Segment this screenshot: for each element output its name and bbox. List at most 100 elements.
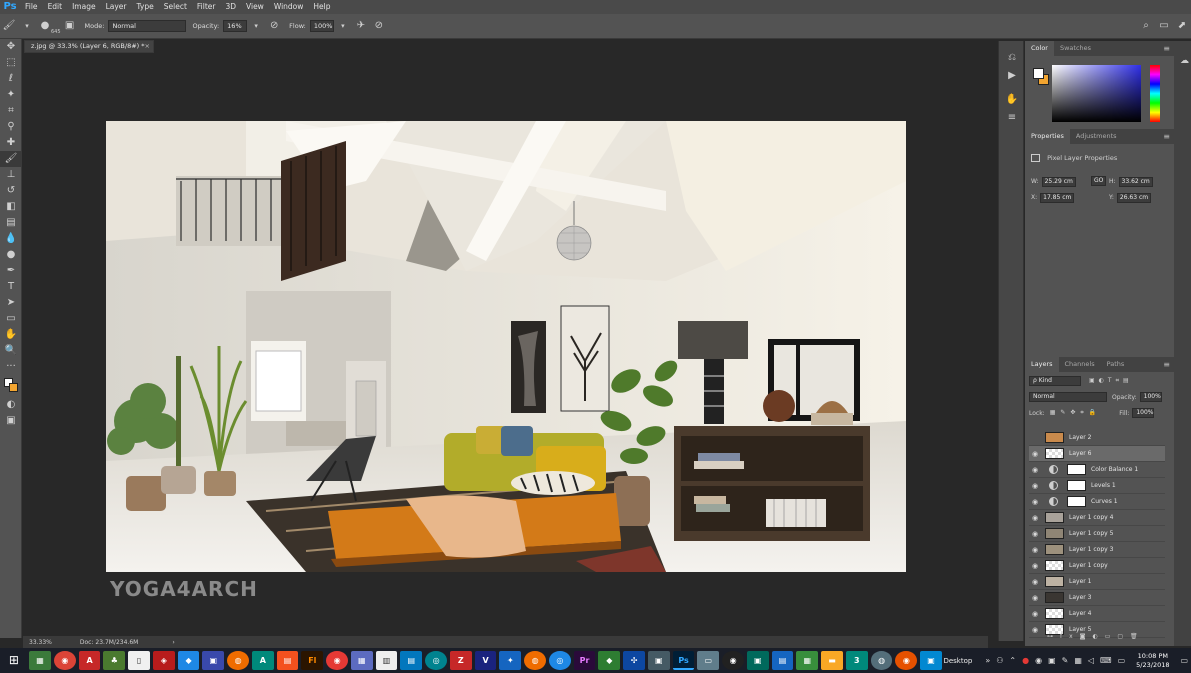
taskbar-app-icon[interactable]: ▣	[202, 651, 225, 670]
keyboard-icon[interactable]: ⌨	[1100, 656, 1112, 665]
layer-mask-thumbnail[interactable]	[1067, 480, 1086, 491]
layer-row[interactable]: ◉ Layer 4	[1029, 606, 1165, 622]
volume-icon[interactable]: ◁	[1088, 656, 1094, 665]
visibility-eye-icon[interactable]: ◉	[1029, 466, 1041, 474]
taskbar-app-icon[interactable]: Fl	[301, 651, 324, 670]
blur-tool-icon[interactable]: 💧	[0, 231, 22, 247]
tray-app-icon[interactable]: ▣	[1048, 656, 1056, 665]
visibility-eye-icon[interactable]: ◉	[1029, 482, 1041, 490]
firefox-icon[interactable]: ◉	[895, 651, 918, 670]
menu-filter[interactable]: Filter	[192, 0, 221, 14]
pressure-opacity-icon[interactable]: ⊘	[267, 19, 281, 33]
link-dimensions-button[interactable]: GO	[1091, 176, 1107, 186]
layer-thumbnail[interactable]	[1045, 528, 1064, 539]
x-field[interactable]: 17.85 cm	[1040, 193, 1075, 203]
taskbar-app-icon[interactable]: ▥	[375, 651, 398, 670]
visibility-eye-icon[interactable]: ◉	[1029, 626, 1041, 634]
layer-thumbnail[interactable]	[1045, 576, 1064, 587]
dodge-tool-icon[interactable]: ●	[0, 247, 22, 263]
lock-icons[interactable]: ▦✎✥⌗🔒	[1050, 409, 1102, 417]
visibility-eye-icon[interactable]: ◉	[1029, 450, 1041, 458]
workspace-icon[interactable]: ▭	[1157, 19, 1171, 33]
eraser-tool-icon[interactable]: ◧	[0, 199, 22, 215]
tab-swatches[interactable]: Swatches	[1054, 41, 1097, 56]
taskbar-app-icon[interactable]: ▦	[350, 651, 373, 670]
actions-panel-icon[interactable]: ▶	[999, 67, 1025, 85]
background-color-swatch[interactable]	[9, 383, 18, 392]
system-clock[interactable]: 10:08 PM 5/23/2018	[1136, 652, 1169, 670]
layer-row[interactable]: ◉ Color Balance 1	[1029, 462, 1165, 478]
opacity-field[interactable]: 16%	[223, 20, 248, 32]
width-field[interactable]: 25.29 cm	[1041, 177, 1076, 187]
menu-file[interactable]: File	[20, 0, 43, 14]
brush-settings-icon[interactable]: ≡	[999, 109, 1025, 127]
search-icon[interactable]: ⌕	[1139, 19, 1153, 33]
tray-app-icon[interactable]: ✎	[1062, 656, 1069, 665]
taskbar-app-icon[interactable]: V	[474, 651, 497, 670]
airbrush-icon[interactable]: ✈	[354, 19, 368, 33]
layer-row[interactable]: ◉ Curves 1	[1029, 494, 1165, 510]
taskbar-app-icon[interactable]: ◉	[326, 651, 348, 670]
windows-start-icon[interactable]: ⊞	[0, 648, 28, 673]
color-swatches[interactable]	[0, 375, 22, 392]
document-icon[interactable]: ▯	[128, 651, 150, 670]
menu-layer[interactable]: Layer	[101, 0, 132, 14]
layer-row[interactable]: ◉ Layer 1 copy 5	[1029, 526, 1165, 542]
visibility-eye-icon[interactable]: ◉	[1029, 562, 1041, 570]
menu-select[interactable]: Select	[159, 0, 192, 14]
tab-channels[interactable]: Channels	[1059, 357, 1101, 372]
layer-row[interactable]: Layer 2	[1029, 430, 1165, 446]
visibility-eye-icon[interactable]: ◉	[1029, 594, 1041, 602]
taskbar-app-icon[interactable]: ◎	[548, 651, 571, 670]
desktop-toolbar-label[interactable]: Desktop	[943, 657, 972, 665]
taskbar-app-icon[interactable]: ◍	[227, 651, 249, 670]
move-tool-icon[interactable]: ✥	[0, 39, 22, 55]
layer-actions[interactable]: ⊶fx◙◐▭▢🗑	[1047, 633, 1145, 640]
chevron-right-icon[interactable]: »	[985, 656, 990, 665]
layer-row[interactable]: ◉ Layer 1 copy 3	[1029, 542, 1165, 558]
crop-tool-icon[interactable]: ⌗	[0, 103, 22, 119]
zoom-level[interactable]: 33.33%	[29, 639, 52, 646]
tab-layers[interactable]: Layers	[1025, 357, 1059, 372]
menu-window[interactable]: Window	[269, 0, 309, 14]
taskbar-app-icon[interactable]: Z	[449, 651, 472, 670]
chrome-icon[interactable]: ◉	[53, 651, 76, 670]
taskbar-app-icon[interactable]: ✣	[623, 651, 645, 670]
taskbar-app-icon[interactable]: ◆	[598, 651, 621, 670]
layer-row[interactable]: ◉ Layer 3	[1029, 590, 1165, 606]
taskbar-app-icon[interactable]: ▣	[746, 651, 769, 670]
chevron-down-icon[interactable]: ▾	[336, 19, 350, 33]
menu-type[interactable]: Type	[132, 0, 159, 14]
layer-thumbnail[interactable]	[1045, 592, 1064, 603]
healing-brush-tool-icon[interactable]: ✚	[0, 135, 22, 151]
rectangle-tool-icon[interactable]: ▭	[0, 311, 22, 327]
panel-menu-icon[interactable]: ≡	[1163, 360, 1170, 369]
quick-mask-icon[interactable]: ◐	[0, 397, 22, 413]
chevron-up-icon[interactable]: ⌃	[1009, 656, 1016, 665]
visibility-eye-icon[interactable]: ◉	[1029, 610, 1041, 618]
gradient-tool-icon[interactable]: ▤	[0, 215, 22, 231]
document-tab[interactable]: z.jpg @ 33.3% (Layer 6, RGB/8#) * ×	[24, 40, 154, 53]
type-tool-icon[interactable]: T	[0, 279, 22, 295]
layer-row[interactable]: ◉ Layer 1 copy 4	[1029, 510, 1165, 526]
notification-icon[interactable]: ▭	[1181, 656, 1189, 665]
pressure-size-icon[interactable]: ⊘	[372, 19, 386, 33]
menu-3d[interactable]: 3D	[220, 0, 241, 14]
height-field[interactable]: 33.62 cm	[1118, 177, 1153, 187]
tab-properties[interactable]: Properties	[1025, 129, 1070, 144]
screen-mode-icon[interactable]: ▣	[0, 413, 22, 429]
taskbar-app-icon[interactable]: ▤	[276, 651, 299, 670]
y-field[interactable]: 26.63 cm	[1116, 193, 1152, 203]
hue-slider[interactable]	[1150, 65, 1160, 122]
more-tools-icon[interactable]: ···	[0, 359, 22, 375]
taskbar-app-icon[interactable]: ◉	[722, 651, 744, 670]
taskbar-app-icon[interactable]: ▣	[647, 651, 670, 670]
chevron-down-icon[interactable]: ▾	[249, 19, 263, 33]
layer-mask-thumbnail[interactable]	[1067, 464, 1086, 475]
layer-thumbnail[interactable]	[1045, 512, 1064, 523]
layer-opacity-field[interactable]: 100%	[1139, 392, 1162, 402]
menu-view[interactable]: View	[241, 0, 269, 14]
taskbar-app-icon[interactable]: ▤	[400, 651, 423, 670]
eyedropper-tool-icon[interactable]: ⚲	[0, 119, 22, 135]
document-canvas[interactable]	[106, 121, 906, 572]
